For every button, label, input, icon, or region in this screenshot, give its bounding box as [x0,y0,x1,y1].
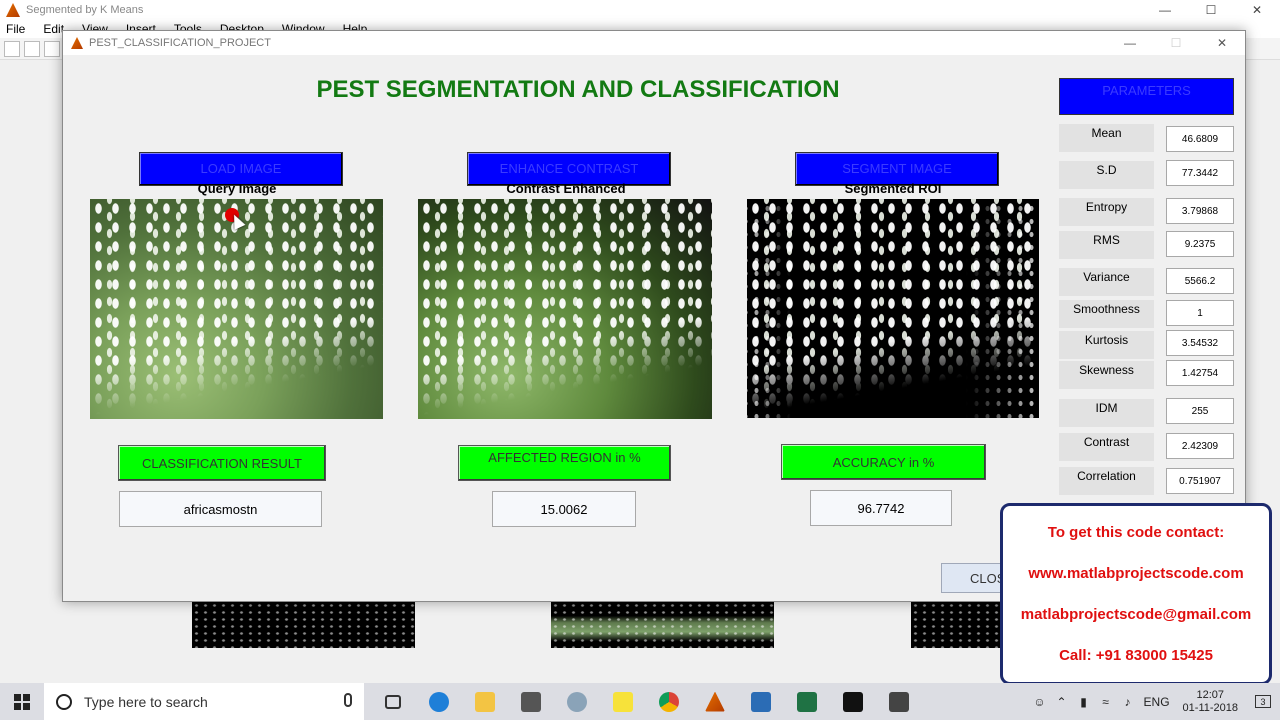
param-value-rms[interactable]: 9.2375 [1166,231,1234,257]
matlab-logo-icon [6,3,20,17]
query-image [90,199,383,419]
param-label-skewness: Skewness [1059,361,1154,389]
open-file-icon[interactable] [24,40,40,57]
volume-icon[interactable]: ♪ [1117,683,1139,720]
minimize-icon[interactable]: — [1107,31,1153,55]
param-label-rms: RMS [1059,231,1154,259]
menu-edit[interactable]: Edit [43,22,64,36]
param-label-entropy: Entropy [1059,198,1154,226]
taskbar-search-input[interactable]: Type here to search [44,683,364,720]
taskbar: Type here to search ☺ ⌃ ▮ ≈ ♪ ENG 12:07 … [0,683,1280,720]
file-explorer-icon[interactable] [462,683,508,720]
segmented-roi-image [747,199,1039,418]
microphone-icon[interactable] [344,693,352,707]
param-label-correlation: Correlation [1059,467,1154,495]
new-figure-icon[interactable] [4,40,20,57]
accuracy-button[interactable]: ACCURACY in % [781,444,986,480]
param-label-kurtosis: Kurtosis [1059,331,1154,359]
excel-icon[interactable] [784,683,830,720]
background-image-2 [551,602,774,648]
gui-titlebar: PEST_CLASSIFICATION_PROJECT — ☐ ✕ [63,31,1245,55]
close-icon[interactable]: ✕ [1234,0,1280,20]
parameters-header[interactable]: PARAMETERS [1059,78,1234,115]
save-icon[interactable] [44,40,60,57]
maximize-icon[interactable]: ☐ [1153,31,1199,55]
menu-file[interactable]: File [6,22,25,36]
param-label-mean: Mean [1059,124,1154,152]
sticky-notes-icon[interactable] [600,683,646,720]
minimize-icon[interactable]: — [1142,0,1188,20]
contact-heading: To get this code contact: [1047,524,1225,541]
contrast-enhanced-label: Contrast Enhanced [506,181,626,196]
param-value-contrast[interactable]: 2.42309 [1166,433,1234,459]
search-placeholder: Type here to search [84,693,208,710]
notification-center-icon[interactable]: 3 [1246,695,1280,708]
language-indicator[interactable]: ENG [1139,683,1175,720]
chrome-browser-icon[interactable] [646,683,692,720]
contact-email: matlabprojectscode@gmail.com [1020,606,1252,623]
start-button[interactable] [0,683,44,720]
battery-icon[interactable]: ▮ [1073,683,1095,720]
task-view-icon[interactable] [370,683,416,720]
maximize-icon[interactable]: ☐ [1188,0,1234,20]
taskbar-apps [370,683,922,720]
background-image-3 [911,602,1001,648]
background-window-title: Segmented by K Means [26,4,144,16]
show-hidden-icons-icon[interactable]: ⌃ [1051,683,1073,720]
network-icon[interactable]: ≈ [1095,683,1117,720]
contact-phone: Call: +91 83000 15425 [1059,647,1213,664]
people-icon[interactable]: ☺ [1029,683,1051,720]
system-clock[interactable]: 12:07 01-11-2018 [1183,689,1238,715]
param-value-skewness[interactable]: 1.42754 [1166,360,1234,386]
param-value-entropy[interactable]: 3.79868 [1166,198,1234,224]
background-window-controls: — ☐ ✕ [1142,0,1280,20]
param-value-correlation[interactable]: 0.751907 [1166,468,1234,494]
background-image-1 [192,602,415,648]
gui-window-title: PEST_CLASSIFICATION_PROJECT [89,37,271,49]
windows-logo-icon [14,693,30,710]
gui-window-controls: — ☐ ✕ [1107,31,1245,55]
snipping-tool-icon[interactable] [554,683,600,720]
classification-result-value: africasmostn [119,491,322,527]
param-value-smoothness[interactable]: 1 [1166,300,1234,326]
param-value-idm[interactable]: 255 [1166,398,1234,424]
affected-region-value: 15.0062 [492,491,636,527]
app-k7-icon[interactable] [876,683,922,720]
notification-count: 3 [1255,695,1271,708]
background-titlebar: Segmented by K Means — ☐ ✕ [0,0,1280,20]
param-label-smoothness: Smoothness [1059,300,1154,328]
matlab-logo-icon [71,37,83,49]
param-value-mean[interactable]: 46.6809 [1166,126,1234,152]
command-prompt-icon[interactable] [830,683,876,720]
document-app-icon[interactable] [738,683,784,720]
edge-browser-icon[interactable] [416,683,462,720]
param-label-idm: IDM [1059,399,1154,427]
clock-time: 12:07 [1196,688,1225,701]
param-value-sd[interactable]: 77.3442 [1166,160,1234,186]
param-value-kurtosis[interactable]: 3.54532 [1166,330,1234,356]
param-label-contrast: Contrast [1059,433,1154,461]
param-label-sd: S.D [1059,161,1154,189]
query-image-label: Query Image [197,181,277,196]
param-label-variance: Variance [1059,268,1154,296]
close-icon[interactable]: ✕ [1199,31,1245,55]
classification-result-button[interactable]: CLASSIFICATION RESULT [118,445,326,481]
contact-overlay: To get this code contact: www.matlabproj… [1000,503,1272,685]
search-icon [56,693,72,710]
contrast-enhanced-image [418,199,712,419]
page-title: PEST SEGMENTATION AND CLASSIFICATION [316,76,840,103]
affected-region-button[interactable]: AFFECTED REGION in % [458,445,671,481]
system-tray: ☺ ⌃ ▮ ≈ ♪ ENG 12:07 01-11-2018 3 [1029,683,1280,720]
contact-website: www.matlabprojectscode.com [1028,565,1244,582]
matlab-icon[interactable] [692,683,738,720]
param-value-variance[interactable]: 5566.2 [1166,268,1234,294]
clock-date: 01-11-2018 [1182,701,1238,714]
window-app-icon[interactable] [508,683,554,720]
segmented-roi-label: Segmented ROI [844,181,942,196]
accuracy-value: 96.7742 [810,490,952,526]
